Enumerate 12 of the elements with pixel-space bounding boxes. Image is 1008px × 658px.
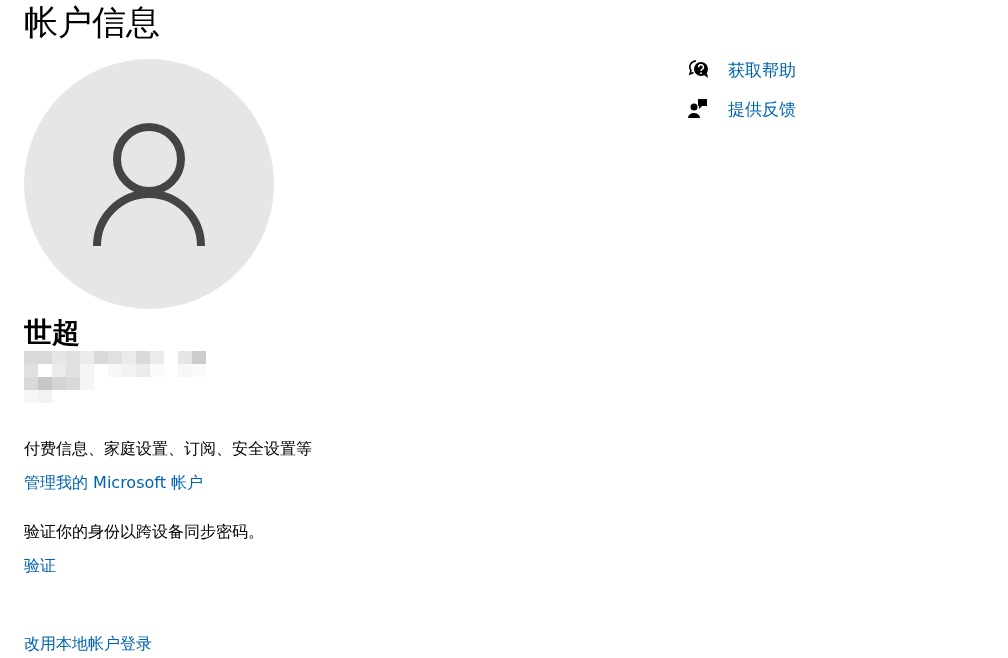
get-help-link[interactable]: 获取帮助 (728, 59, 796, 81)
section-description: 验证你的身份以跨设备同步密码。 (24, 521, 265, 543)
feedback-person-icon (688, 98, 710, 120)
local-account-link[interactable]: 改用本地帐户登录 (24, 633, 152, 655)
help-chat-icon (688, 59, 710, 81)
section-link[interactable]: 管理我的 Microsoft 帐户 (24, 472, 203, 494)
person-icon (93, 121, 205, 247)
feedback-link[interactable]: 提供反馈 (728, 98, 796, 120)
section-description: 付费信息、家庭设置、订阅、安全设置等 (24, 438, 313, 460)
account-name: 世超 (24, 315, 81, 351)
section-link[interactable]: 验证 (24, 555, 56, 577)
page-title: 帐户信息 (24, 1, 161, 44)
